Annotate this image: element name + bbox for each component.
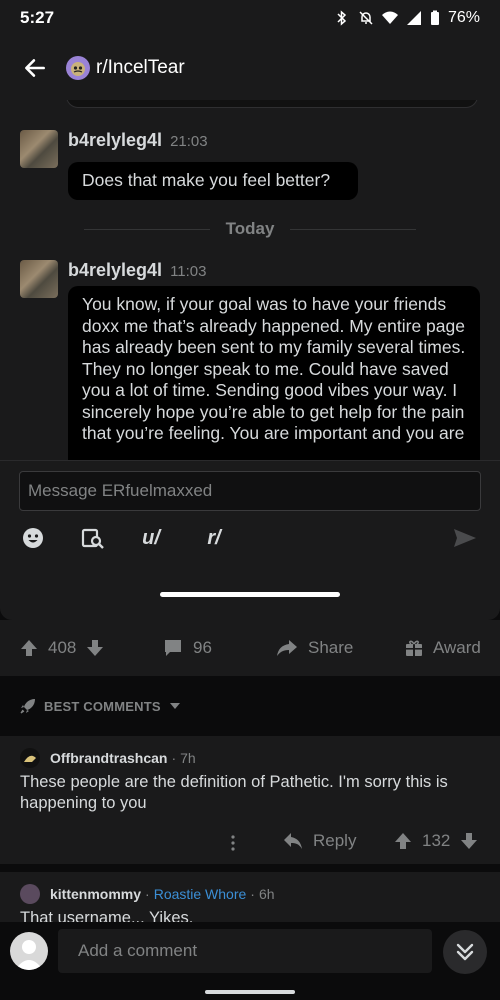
message-username[interactable]: b4relyleg4l (68, 260, 162, 280)
reply-button[interactable]: Reply (283, 831, 356, 851)
user-flair: Roastie Whore (153, 886, 247, 902)
award-button[interactable]: Award (405, 636, 481, 660)
app-bar: r/IncelTear (0, 36, 500, 100)
battery-icon (430, 10, 439, 25)
chat-sheet-bottom (0, 565, 500, 620)
previous-message-bubble (66, 100, 478, 108)
comment-body: These people are the definition of Pathe… (20, 773, 448, 812)
my-avatar[interactable] (10, 932, 48, 970)
send-button[interactable] (450, 523, 480, 553)
comment-count: 96 (193, 638, 212, 657)
share-button[interactable]: Share (276, 636, 353, 660)
signal-icon (406, 11, 421, 25)
comment-sort-dropdown[interactable]: BEST COMMENTS (0, 676, 500, 736)
more-options-icon[interactable] (230, 834, 236, 852)
comment-username[interactable]: kittenmommy (50, 886, 141, 902)
upvote-icon[interactable] (20, 639, 38, 657)
comment-score: 132 (422, 831, 451, 850)
message-composer: Message ERfuelmaxxed u/ r/ (0, 460, 500, 565)
post-action-bar: 408 96 Share Award (0, 620, 500, 676)
post-score: 408 (48, 638, 77, 657)
message-bubble: You know, if your goal was to have your … (68, 286, 480, 460)
subreddit-icon (71, 62, 85, 76)
comment-vote-group: 132 (394, 831, 478, 851)
message-time: 11:03 (170, 263, 207, 280)
commenter-avatar[interactable] (20, 884, 40, 904)
user-avatar[interactable] (20, 260, 58, 298)
jump-to-next-comment-button[interactable] (443, 930, 487, 974)
comment-actions: Reply 132 (0, 830, 500, 858)
status-bar: 5:27 76% (0, 0, 500, 36)
day-divider: Today (84, 218, 416, 240)
award-label: Award (433, 638, 481, 657)
composer-toolbar: u/ r/ (0, 523, 500, 555)
gif-search-button[interactable] (80, 523, 106, 553)
wifi-icon (381, 11, 398, 24)
comments-button[interactable]: 96 (163, 636, 212, 660)
sheet-handle[interactable] (160, 592, 340, 597)
status-time: 5:27 (20, 8, 55, 27)
share-label: Share (308, 638, 354, 657)
comment-username[interactable]: Offbrandtrashcan (50, 750, 167, 766)
chat-panel: b4relyleg4l 21:03 Does that make you feel… (0, 100, 500, 460)
default-avatar-icon (15, 940, 43, 970)
caret-down-icon (169, 703, 180, 709)
emoji-button[interactable] (20, 523, 46, 553)
comment: Offbrandtrashcan · 7h These people are t… (0, 736, 500, 864)
message-input[interactable]: Message ERfuelmaxxed (19, 471, 481, 511)
vote-group: 408 (20, 636, 104, 660)
sort-label: BEST COMMENTS (44, 698, 161, 714)
message-bubble: Does that make you feel better? (68, 162, 358, 200)
comment-header: kittenmommy · Roastie Whore · 6h (20, 884, 275, 904)
comment-age: 6h (258, 886, 275, 902)
comment-body: That username... Yikes. (20, 909, 194, 922)
status-icons: 76% (334, 9, 480, 27)
commenter-avatar[interactable] (20, 748, 40, 768)
avatar-icon (24, 755, 36, 762)
emoji-icon (23, 528, 43, 548)
bottom-comment-bar: Add a comment (0, 922, 500, 1000)
comment-age: 7h (180, 750, 196, 766)
battery-percent: 76% (447, 9, 480, 26)
back-arrow-icon (25, 59, 45, 77)
comment-header: Offbrandtrashcan · 7h (20, 748, 196, 768)
comment-icon (165, 640, 181, 656)
image-search-icon (81, 528, 104, 549)
message-header: b4relyleg4l 11:03 (68, 260, 207, 281)
reply-icon (284, 833, 302, 849)
system-home-indicator[interactable] (205, 990, 295, 994)
mute-bell-icon (359, 11, 373, 25)
day-divider-label: Today (225, 219, 275, 238)
reply-label: Reply (313, 831, 357, 850)
share-icon (277, 640, 297, 656)
user-avatar[interactable] (20, 130, 58, 168)
add-comment-input[interactable]: Add a comment (58, 929, 432, 973)
rocket-icon (20, 699, 35, 714)
comment: kittenmommy · Roastie Whore · 6h That us… (0, 872, 500, 922)
downvote-icon[interactable] (86, 639, 104, 657)
message-time: 21:03 (170, 133, 208, 150)
upvote-icon[interactable] (394, 832, 412, 850)
downvote-icon[interactable] (460, 832, 478, 850)
subreddit-mention-button[interactable]: r/ (201, 523, 227, 553)
bluetooth-icon (337, 10, 347, 26)
message-header: b4relyleg4l 21:03 (68, 130, 208, 151)
message-username[interactable]: b4relyleg4l (68, 130, 162, 150)
subreddit-title[interactable]: r/IncelTear (96, 57, 185, 79)
back-button[interactable] (20, 53, 50, 83)
gift-icon (406, 640, 422, 656)
double-chevron-down-icon (456, 943, 474, 961)
user-mention-button[interactable]: u/ (138, 523, 164, 553)
subreddit-avatar[interactable] (66, 56, 90, 80)
send-icon (454, 529, 476, 547)
